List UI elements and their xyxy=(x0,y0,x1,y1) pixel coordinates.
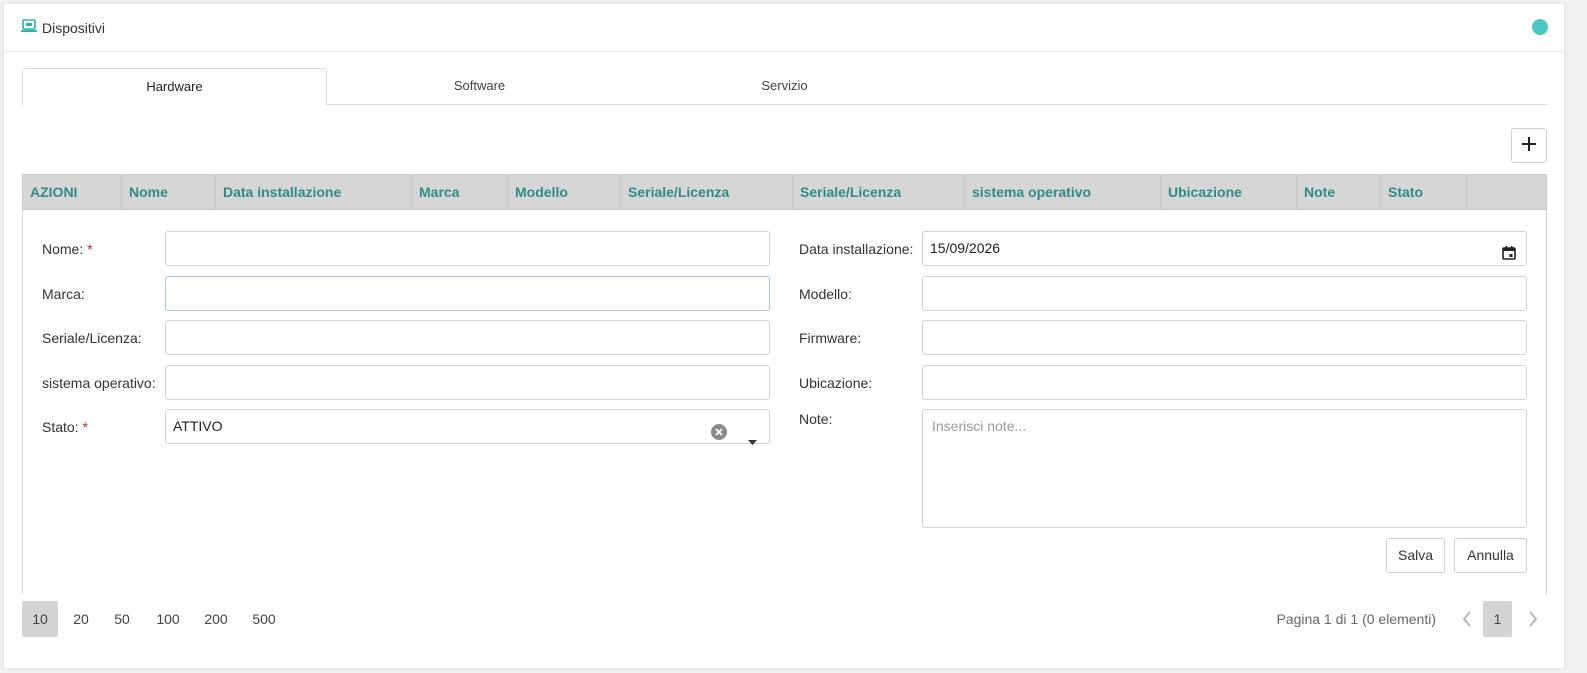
page-size-200[interactable]: 200 xyxy=(196,601,236,637)
pager: 10 20 50 100 200 500 Pagina 1 di 1 (0 el… xyxy=(22,601,1547,637)
page-size-10[interactable]: 10 xyxy=(22,601,58,637)
data-installazione-label: Data installazione: xyxy=(799,241,914,257)
tab-hardware[interactable]: Hardware xyxy=(22,68,327,106)
tab-software[interactable]: Software xyxy=(327,68,632,105)
ubicazione-field[interactable] xyxy=(922,365,1527,400)
status-indicator xyxy=(1532,19,1548,35)
ubicazione-label: Ubicazione: xyxy=(799,375,873,391)
page-size-20[interactable]: 20 xyxy=(63,601,99,637)
nome-label: Nome: * xyxy=(42,241,93,257)
stato-label: Stato: * xyxy=(42,419,88,435)
edit-form: Nome: * Marca: Seriale/Licenza: sistema … xyxy=(23,210,1546,594)
column-header-seriale-licenza[interactable]: Seriale/Licenza xyxy=(621,175,793,209)
column-header-marca[interactable]: Marca xyxy=(412,175,508,209)
column-header-azioni[interactable]: AZIONI xyxy=(23,175,122,209)
calendar-icon[interactable] xyxy=(1501,240,1517,273)
devices-panel: Dispositivi Hardware Software Servizio A… xyxy=(3,3,1565,669)
panel-title: Dispositivi xyxy=(21,19,105,36)
seriale-field[interactable] xyxy=(165,320,770,355)
column-header-sistema-operativo[interactable]: sistema operativo xyxy=(965,175,1161,209)
modello-label: Modello: xyxy=(799,286,852,302)
column-header-note[interactable]: Note xyxy=(1297,175,1381,209)
page-title: Dispositivi xyxy=(42,19,106,36)
chevron-left-icon[interactable] xyxy=(1462,611,1472,630)
marca-label: Marca: xyxy=(42,286,85,302)
plus-icon xyxy=(1521,136,1537,155)
add-button[interactable] xyxy=(1511,128,1547,163)
stato-select[interactable]: ATTIVO xyxy=(165,409,770,445)
data-installazione-value: 15/09/2026 xyxy=(930,240,1001,256)
page-size-100[interactable]: 100 xyxy=(148,601,188,637)
marca-field[interactable] xyxy=(165,276,770,311)
page-size-500[interactable]: 500 xyxy=(244,601,284,637)
seriale-label: Seriale/Licenza: xyxy=(42,330,142,346)
column-header-stato[interactable]: Stato xyxy=(1381,175,1467,209)
panel-header: Dispositivi xyxy=(4,4,1564,52)
firmware-field[interactable] xyxy=(922,320,1527,355)
tab-bar: Hardware Software Servizio xyxy=(22,68,1547,106)
sistema-operativo-label: sistema operativo: xyxy=(42,375,156,391)
column-header-data-installazione[interactable]: Data installazione xyxy=(216,175,412,209)
laptop-icon xyxy=(21,19,37,36)
grid-header: AZIONI Nome Data installazione Marca Mod… xyxy=(23,175,1546,210)
sistema-operativo-field[interactable] xyxy=(165,365,770,400)
column-header-modello[interactable]: Modello xyxy=(508,175,621,209)
chevron-right-icon[interactable] xyxy=(1528,611,1538,630)
tab-servizio[interactable]: Servizio xyxy=(632,68,937,105)
stato-value: ATTIVO xyxy=(173,418,223,434)
clear-icon[interactable] xyxy=(711,419,727,452)
modello-field[interactable] xyxy=(922,276,1527,311)
data-installazione-field[interactable]: 15/09/2026 xyxy=(922,231,1527,266)
save-button[interactable]: Salva xyxy=(1386,538,1445,573)
chevron-down-icon[interactable] xyxy=(748,424,757,457)
devices-grid: AZIONI Nome Data installazione Marca Mod… xyxy=(22,174,1547,594)
cancel-button[interactable]: Annulla xyxy=(1454,538,1527,573)
page-size-50[interactable]: 50 xyxy=(104,601,140,637)
nome-field[interactable] xyxy=(165,231,770,266)
column-header-seriale-licenza-2[interactable]: Seriale/Licenza xyxy=(793,175,965,209)
pager-info: Pagina 1 di 1 (0 elementi) xyxy=(1276,611,1436,627)
column-header-nome[interactable]: Nome xyxy=(122,175,216,209)
column-header-ubicazione[interactable]: Ubicazione xyxy=(1161,175,1297,209)
note-label: Note: xyxy=(799,411,833,427)
page-number-current[interactable]: 1 xyxy=(1483,601,1512,637)
firmware-label: Firmware: xyxy=(799,330,862,346)
note-textarea[interactable]: Inserisci note... xyxy=(922,409,1527,528)
